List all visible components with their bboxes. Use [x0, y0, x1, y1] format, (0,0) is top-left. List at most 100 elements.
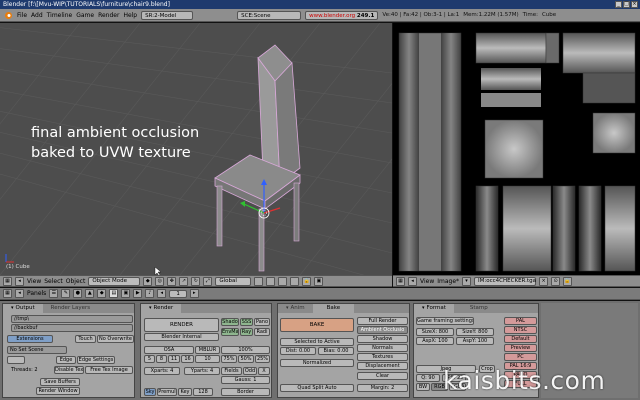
radio-toggle[interactable]: Radi — [254, 328, 270, 336]
free-tex-image-button[interactable]: Free Tex Image — [85, 366, 133, 374]
menu-select[interactable]: Select — [44, 278, 63, 285]
image-browse-icon[interactable]: ▾ — [462, 276, 472, 286]
image-pin-icon[interactable]: ⊙ — [551, 276, 561, 286]
margin-field[interactable]: Margin: 2 — [357, 384, 408, 392]
buttons-collapse-icon[interactable]: ◂ — [15, 289, 24, 298]
resolution-75-button[interactable]: 75% — [221, 355, 237, 363]
resolution-100-button[interactable]: 100% — [221, 346, 270, 354]
save-buffers-button[interactable]: Save Buffers — [40, 378, 80, 386]
editing-context-icon[interactable]: ◆ — [97, 289, 107, 298]
page-next-icon[interactable]: ▸ — [189, 289, 199, 298]
buttons-editor-type-icon[interactable]: ▦ — [3, 289, 12, 298]
shading-context-icon[interactable]: ● — [73, 289, 83, 298]
selected-to-active-toggle[interactable]: Selected to Active — [280, 338, 354, 346]
gauss-filter-field[interactable]: Gauss: 1 — [221, 376, 270, 384]
menu-image[interactable]: Image* — [437, 278, 459, 285]
edge-button[interactable]: Edge — [56, 356, 76, 364]
textures-option[interactable]: Textures — [357, 353, 408, 361]
touch-button[interactable]: Touch — [75, 335, 96, 343]
shadow-option[interactable]: Shadow — [357, 335, 408, 343]
preset-ntsc[interactable]: NTSC — [504, 326, 537, 334]
menu-image-view[interactable]: View — [420, 278, 434, 285]
bake-button[interactable]: BAKE — [280, 318, 354, 332]
logic-context-icon[interactable]: ☰ — [49, 289, 59, 298]
mode-selector[interactable]: Object Mode — [88, 276, 141, 286]
envmap-toggle[interactable]: EnvMa — [221, 328, 239, 336]
sizey-field[interactable]: SizeY: 800 — [456, 328, 494, 336]
object-context-icon[interactable]: ▲ — [85, 289, 95, 298]
menu-add[interactable]: Add — [31, 12, 43, 19]
preset-pal[interactable]: PAL — [504, 317, 537, 325]
odd-toggle[interactable]: Odd — [243, 367, 257, 375]
editor-type-icon[interactable]: ▦ — [3, 276, 12, 286]
tab-render-layers[interactable]: Render Layers — [43, 304, 99, 313]
sound-sub-icon[interactable]: ♪ — [145, 289, 155, 298]
no-set-scene-field[interactable]: No Set Scene — [7, 346, 67, 354]
anim-sub-icon[interactable]: ▶ — [133, 289, 143, 298]
pano-toggle[interactable]: Pano — [254, 318, 270, 326]
3d-viewport[interactable]: final ambient occlusion baked to UVW tex… — [0, 23, 392, 275]
panels-menu[interactable]: Panels — [27, 290, 46, 297]
render-preview-icon[interactable]: ▣ — [314, 276, 324, 286]
edge-color-swatch[interactable] — [7, 356, 25, 364]
backbuf-path-field[interactable]: //backbuf — [11, 324, 133, 332]
mblur-samples-field[interactable]: 10 — [195, 355, 220, 363]
osa-5-button[interactable]: 5 — [144, 355, 155, 363]
border-toggle[interactable]: Border — [221, 388, 270, 396]
translate-icon[interactable]: ↗ — [179, 276, 189, 286]
close-button[interactable]: × — [631, 1, 638, 8]
image-name-field[interactable]: IM:occ4CHECKER.tga — [474, 276, 537, 286]
render-engine-dropdown[interactable]: Blender Internal — [144, 333, 219, 341]
premul-toggle[interactable]: Premul — [157, 388, 177, 396]
extensions-button[interactable]: Extensions — [7, 335, 53, 343]
menu-object[interactable]: Object — [66, 278, 86, 285]
sss-toggle[interactable]: SSS — [240, 318, 253, 326]
script-context-icon[interactable]: ✎ — [61, 289, 71, 298]
render-window-dropdown[interactable]: Render Window — [36, 387, 80, 395]
page-prev-icon[interactable]: ◂ — [157, 289, 167, 298]
game-framing-button[interactable]: Game framing settings — [416, 317, 474, 325]
tab-format[interactable]: ▾ Format — [414, 304, 454, 313]
mblur-toggle[interactable]: MBLUR — [195, 346, 220, 354]
layer-button-1[interactable] — [254, 276, 264, 286]
key-toggle[interactable]: Key — [178, 388, 192, 396]
tab-anim[interactable]: ▾ Anim — [278, 304, 313, 313]
aspy-field[interactable]: AspY: 100 — [456, 337, 494, 345]
menu-render[interactable]: Render — [98, 12, 119, 19]
image-collapse-arrow-icon[interactable]: ◂ — [408, 276, 417, 286]
preset-preview[interactable]: Preview — [504, 344, 537, 352]
blender-url[interactable]: www.blender.org 249.1 — [305, 10, 379, 20]
orientation-selector[interactable]: Global — [215, 276, 252, 286]
screen-selector[interactable]: SR:2-Model — [141, 10, 194, 20]
page-number[interactable]: 1 — [169, 289, 187, 298]
image-close-icon[interactable]: × — [539, 276, 549, 286]
output-path-field[interactable]: //tmp\ — [11, 315, 133, 323]
minimize-button[interactable]: _ — [615, 1, 622, 8]
tab-stamp[interactable]: Stamp — [454, 304, 504, 313]
quad-split-dropdown[interactable]: Quad Split Auto — [280, 384, 354, 392]
dist-field[interactable]: Dist: 0.00 — [280, 347, 316, 355]
osa-11-button[interactable]: 11 — [168, 355, 180, 363]
layer-button-2[interactable] — [266, 276, 276, 286]
rotate-icon[interactable]: ↻ — [191, 276, 201, 286]
bw-toggle[interactable]: BW — [416, 383, 430, 391]
ambient-occlusion-option[interactable]: Ambient Occlusio — [357, 326, 408, 334]
quality-field[interactable]: Q: 90 — [416, 374, 440, 382]
menu-help[interactable]: Help — [123, 12, 137, 19]
fields-toggle[interactable]: Fields — [221, 367, 242, 375]
scale-icon[interactable]: ⤢ — [203, 276, 213, 286]
yparts-field[interactable]: Yparts: 4 — [184, 367, 220, 375]
tab-bake[interactable]: Bake — [312, 304, 355, 313]
normals-option[interactable]: Normals — [357, 344, 408, 352]
image-editor-type-icon[interactable]: ▦ — [396, 276, 405, 286]
lock-icon[interactable]: 🔒 — [302, 276, 312, 286]
normalized-toggle[interactable]: Normalized — [280, 359, 354, 367]
xparts-field[interactable]: Xparts: 4 — [144, 367, 180, 375]
collapse-arrow-icon[interactable]: ◂ — [15, 276, 24, 286]
image-lock-icon[interactable]: 🔒 — [563, 276, 573, 286]
menu-view[interactable]: View — [27, 278, 41, 285]
osa-8-button[interactable]: 8 — [156, 355, 167, 363]
osa-16-button[interactable]: 16 — [181, 355, 194, 363]
maximize-button[interactable]: □ — [623, 1, 630, 8]
no-overwrite-button[interactable]: No Overwrite — [97, 335, 134, 343]
